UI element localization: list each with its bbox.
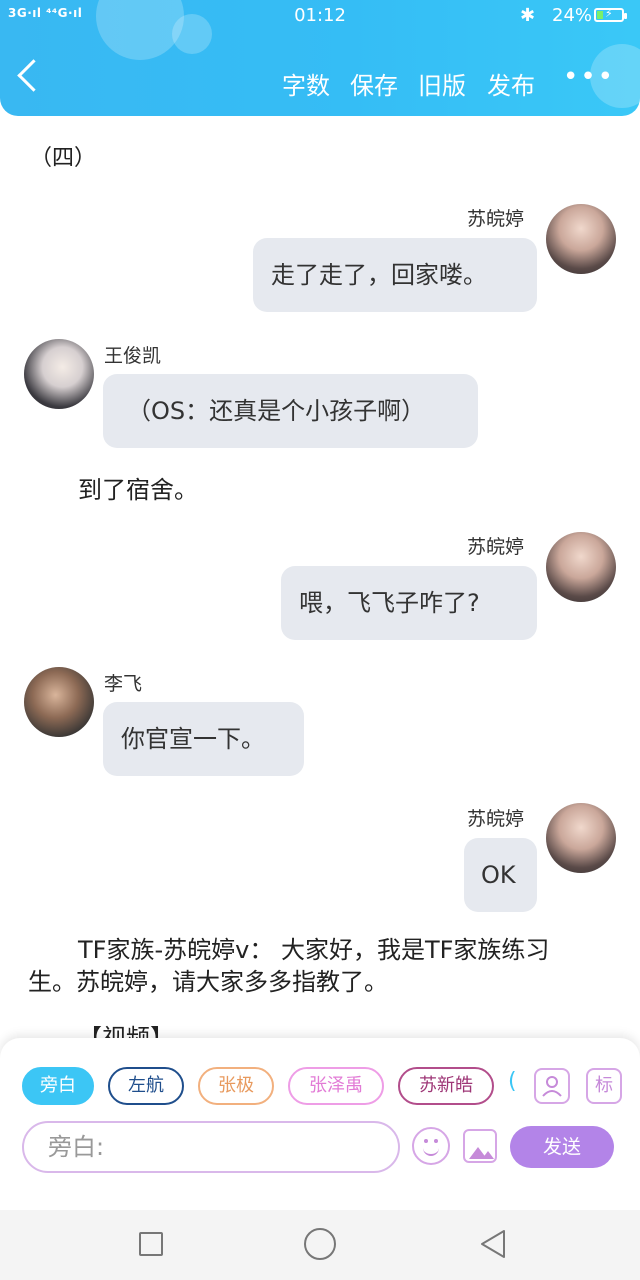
narration-block: TF家族-苏皖婷v： 大家好，我是TF家族练习 生。苏皖婷，请大家多多指教了。 <box>28 934 628 998</box>
speaker-name: 苏皖婷 <box>467 536 525 558</box>
publish-button[interactable]: 发布 <box>487 66 535 101</box>
role-chip-narration[interactable]: 旁白 <box>22 1067 94 1105</box>
more-icon[interactable]: ••• <box>563 62 615 92</box>
old-version-button[interactable]: 旧版 <box>418 66 466 101</box>
role-chip-zhang-zeyu[interactable]: 张泽禹 <box>288 1067 384 1105</box>
word-count-button[interactable]: 字数 <box>282 66 330 101</box>
chat-bubble[interactable]: （OS：还真是个小孩子啊） <box>103 374 478 448</box>
section-title: （四） <box>30 146 97 171</box>
role-chip-su-xinhao[interactable]: 苏新皓 <box>398 1067 494 1105</box>
speaker-name: 苏皖婷 <box>467 808 525 830</box>
avatar-su-wanting[interactable] <box>546 204 616 274</box>
speaker-name: 王俊凯 <box>104 345 162 367</box>
chat-bubble[interactable]: 走了走了，回家喽。 <box>253 238 537 312</box>
avatar-su-wanting[interactable] <box>546 803 616 873</box>
avatar-su-wanting[interactable] <box>546 532 616 602</box>
chat-bubble[interactable]: 喂，飞飞子咋了? <box>281 566 537 640</box>
video-tag-text: 【视频】 <box>78 1024 174 1038</box>
avatar-wang-junkai[interactable] <box>24 339 94 409</box>
narration-line: TF家族-苏皖婷v： 大家好，我是TF家族练习 <box>78 936 550 964</box>
role-chip-zuo-hang[interactable]: 左航 <box>108 1067 184 1105</box>
role-chip-zhang-ji[interactable]: 张极 <box>198 1067 274 1105</box>
speaker-name: 苏皖婷 <box>467 208 525 230</box>
role-manage-icon[interactable] <box>534 1068 570 1104</box>
speaker-name: 李飞 <box>104 673 143 695</box>
image-icon[interactable] <box>463 1129 497 1163</box>
battery-icon: ⚡ <box>594 7 627 22</box>
recent-apps-icon[interactable] <box>139 1232 163 1256</box>
role-chip-partial[interactable]: ( <box>508 1069 517 1094</box>
status-bar: 3G·ıl ⁴⁴G·ıl 01:12 ✱ 24% ⚡ <box>0 0 640 34</box>
send-button[interactable]: 发送 <box>510 1126 614 1168</box>
avatar-li-fei[interactable] <box>24 667 94 737</box>
narration-line: 生。苏皖婷，请大家多多指教了。 <box>28 968 388 996</box>
message-input[interactable]: 旁白: <box>22 1121 400 1173</box>
app-header: 3G·ıl ⁴⁴G·ıl 01:12 ✱ 24% ⚡ 字数 保存 旧版 发布 •… <box>0 0 640 116</box>
battery-percent: 24% <box>552 5 593 26</box>
narration-text: 到了宿舍。 <box>78 476 198 504</box>
tag-icon[interactable]: 标 <box>586 1068 622 1104</box>
back-nav-icon[interactable] <box>478 1228 508 1260</box>
clock: 01:12 <box>294 5 346 26</box>
chat-bubble[interactable]: 你官宣一下。 <box>103 702 304 776</box>
emoji-icon[interactable] <box>412 1127 450 1165</box>
back-icon[interactable] <box>17 59 50 92</box>
system-nav-bar <box>0 1210 640 1280</box>
save-button[interactable]: 保存 <box>350 66 398 101</box>
chat-bubble[interactable]: OK <box>464 838 537 912</box>
bluetooth-icon: ✱ <box>520 5 536 26</box>
home-icon[interactable] <box>304 1228 336 1260</box>
